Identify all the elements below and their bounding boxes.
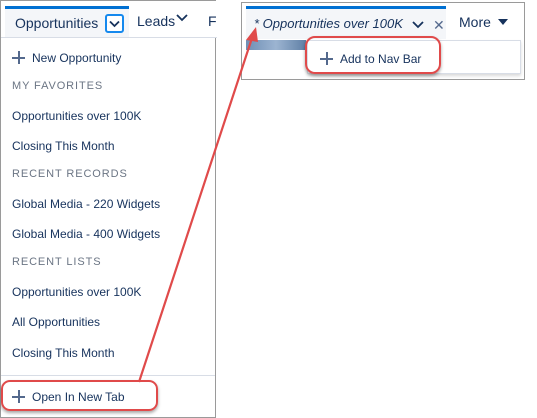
- temporary-tab-label: * Opportunities over 100K: [254, 16, 403, 31]
- nav-bar: Opportunities Leads F: [1, 1, 217, 38]
- chevron-down-icon: [109, 20, 120, 27]
- close-icon[interactable]: ✕: [433, 17, 445, 34]
- recent-list-item[interactable]: All Opportunities: [12, 315, 100, 329]
- recent-list-item[interactable]: Opportunities over 100K: [12, 285, 141, 299]
- chevron-down-icon[interactable]: [412, 20, 424, 30]
- nav-tab-opportunities[interactable]: Opportunities: [5, 6, 129, 37]
- callout-highlight-add-to-nav-bar: [305, 36, 441, 74]
- temporary-tab[interactable]: * Opportunities over 100K ✕: [246, 6, 446, 39]
- section-heading-recent-lists: RECENT LISTS: [12, 256, 102, 268]
- menu-divider: [1, 375, 215, 376]
- app-menu-panel: Opportunities Leads F New Opportunity MY…: [0, 0, 217, 418]
- nav-tab-partial[interactable]: F: [208, 13, 217, 29]
- nav-tab-leads[interactable]: Leads: [137, 13, 175, 29]
- more-tab-label[interactable]: More: [459, 14, 491, 30]
- new-opportunity-item[interactable]: New Opportunity: [32, 51, 121, 65]
- plus-icon: [12, 51, 25, 64]
- nav-menu-chevron-button[interactable]: [105, 14, 124, 33]
- section-heading-recent-records: RECENT RECORDS: [12, 168, 128, 180]
- recent-record-item[interactable]: Global Media - 400 Widgets: [12, 227, 160, 241]
- section-heading-favorites: MY FAVORITES: [12, 80, 104, 92]
- recent-record-item[interactable]: Global Media - 220 Widgets: [12, 197, 160, 211]
- callout-highlight-open-new-tab: [1, 380, 158, 411]
- caret-down-icon[interactable]: [498, 19, 508, 25]
- recent-list-item[interactable]: Closing This Month: [12, 346, 115, 360]
- chevron-down-icon[interactable]: [176, 13, 188, 23]
- favorite-item[interactable]: Opportunities over 100K: [12, 109, 141, 123]
- page-background-strip: [246, 40, 306, 50]
- favorite-item[interactable]: Closing This Month: [12, 139, 115, 153]
- nav-tab-label: Opportunities: [15, 15, 99, 31]
